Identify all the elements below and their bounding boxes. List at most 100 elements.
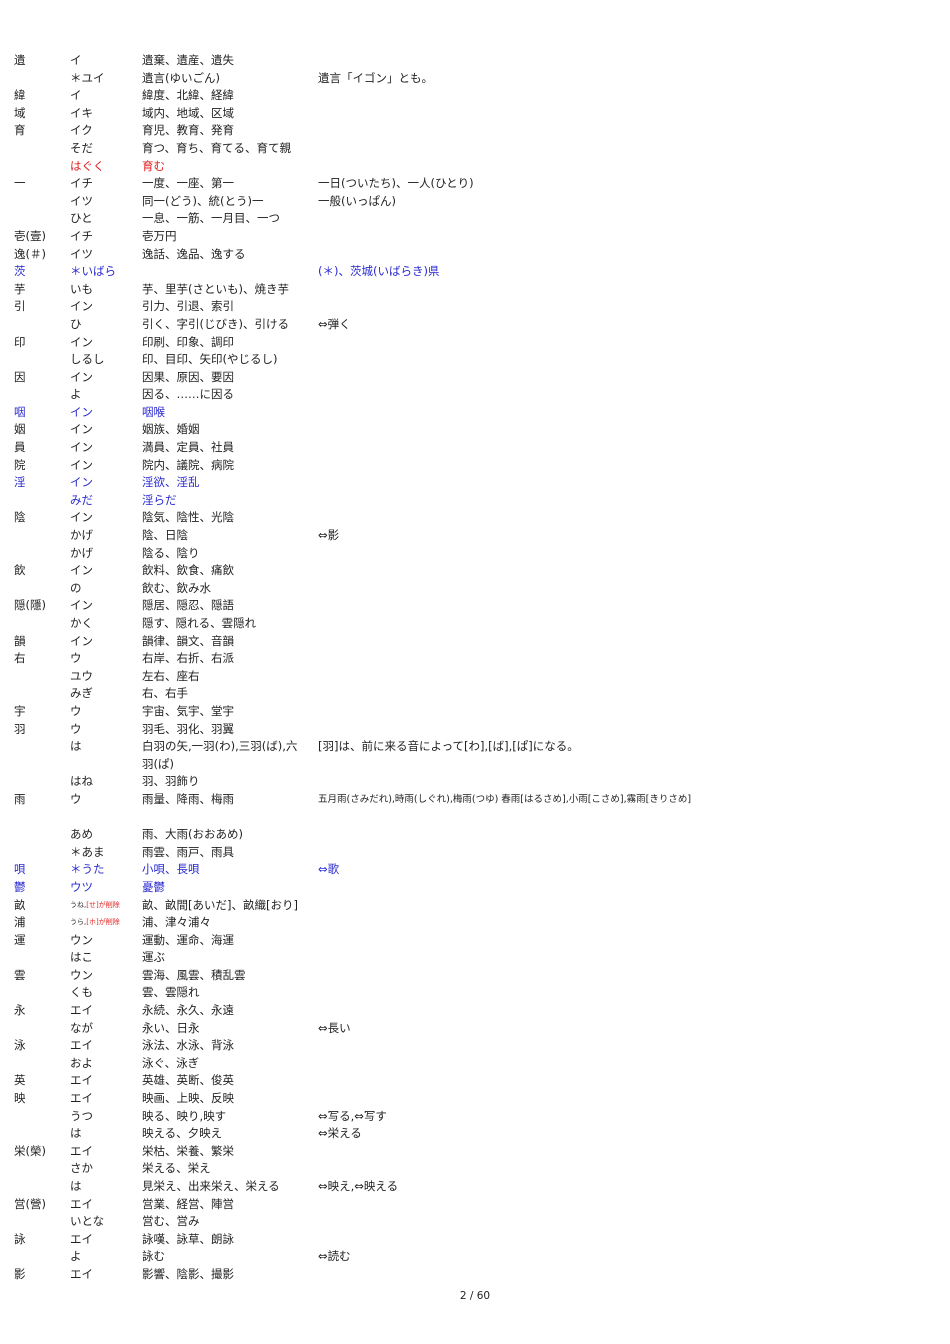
table-row: 畝 うね,[せ]が削除 畝、畝間[あいだ]、畝織[おり] [0, 897, 950, 915]
table-row: 泳 エイ 泳法、水泳、背泳 [0, 1037, 950, 1055]
kanji-cell: 一 [14, 176, 26, 191]
reading-cell: みだ [70, 492, 93, 507]
table-row: 栄(榮) エイ 栄枯、栄養、繁栄 [0, 1143, 950, 1161]
examples-cell: 映る、映り,映す [142, 1108, 227, 1123]
table-row: 印 イン 印刷、印象、調印 [0, 334, 950, 352]
examples-cell: 印、目印、矢印(やじるし) [142, 352, 278, 367]
table-row: 茨 ＊いばら (＊)、茨城(いばらき)県 [0, 263, 950, 281]
notes-cell: 五月雨(さみだれ),時雨(しぐれ),梅雨(つゆ) 春雨[はるさめ],小雨[こさめ… [318, 793, 692, 805]
table-row: 淫 イン 淫欲、淫乱 [0, 474, 950, 492]
kanji-cell: 唄 [14, 862, 26, 877]
reading-cell: は [70, 739, 82, 754]
reading-cell: の [70, 580, 82, 595]
kanji-cell: 畝 [14, 897, 26, 912]
examples-cell: 白羽の矢,一羽(わ),三羽(ば),六羽(ぱ) [142, 739, 298, 771]
table-row: 運 ウン 運動、運命、海運 [0, 932, 950, 950]
examples-cell: 壱万円 [142, 228, 177, 243]
examples-cell: 運ぶ [142, 950, 165, 965]
examples-cell: 育む [142, 158, 165, 173]
table-row: ひ 引く、字引(じびき)、引ける ⇔弾く [0, 316, 950, 334]
kanji-cell: 英 [14, 1073, 26, 1088]
table-row: ひと 一息、一筋、一月目、一つ [0, 210, 950, 228]
reading-cell: かげ [70, 545, 93, 560]
examples-cell: 羽毛、羽化、羽翼 [142, 721, 234, 736]
notes-cell: ⇔映え,⇔映える [318, 1179, 399, 1193]
examples-cell: 詠む [142, 1249, 165, 1264]
table-row: 飲 イン 飲料、飲食、痛飲 [0, 562, 950, 580]
table-row: さか 栄える、栄え [0, 1160, 950, 1178]
table-row: ＊あま 雨雲、雨戸、雨具 [0, 844, 950, 862]
reading-cell: うね,[せ]が削除 [70, 897, 120, 915]
table-row: 陰 イン 陰気、陰性、光陰 [0, 509, 950, 527]
notes-cell: [羽]は、前に来る音によって[わ],[ば],[ぱ]になる。 [318, 739, 579, 754]
examples-cell: 宇宙、気宇、堂宇 [142, 703, 234, 718]
reading-cell: イチ [70, 228, 93, 243]
kanji-cell: 印 [14, 334, 26, 349]
examples-cell: 栄枯、栄養、繁栄 [142, 1143, 234, 1158]
reading-cell: イン [70, 334, 93, 349]
examples-cell: 運動、運命、海運 [142, 932, 234, 947]
reading-cell: エイ [70, 1143, 93, 1158]
examples-cell: 引力、引退、索引 [142, 299, 234, 314]
reading-cell: みぎ [70, 686, 93, 701]
table-row: 一 イチ 一度、一座、第一 一日(ついたち)、一人(ひとり) [0, 175, 950, 193]
kanji-cell: 引 [14, 299, 26, 314]
reading-cell: イン [70, 563, 93, 578]
reading-cell: エイ [70, 1038, 93, 1053]
notes-cell: ⇔写る,⇔写す [318, 1108, 387, 1123]
reading-cell: ウ [70, 651, 82, 666]
notes-cell: 遺言「イゴン」とも。 [318, 70, 433, 85]
table-row: あめ 雨、大雨(おおあめ) [0, 826, 950, 844]
table-row: ユウ 左右、座右 [0, 668, 950, 686]
table-row: 院 イン 院内、議院、病院 [0, 457, 950, 475]
kanji-cell: 営(營) [14, 1196, 46, 1211]
table-row: しるし 印、目印、矢印(やじるし) [0, 351, 950, 369]
kanji-cell: 茨 [14, 264, 26, 279]
examples-cell: 韻律、韻文、音韻 [142, 633, 234, 648]
examples-cell: 淫らだ [142, 492, 177, 507]
kanji-cell: 浦 [14, 915, 26, 930]
examples-cell: 右岸、右折、右派 [142, 651, 234, 666]
examples-cell: 育児、教育、発育 [142, 123, 234, 138]
table-row: くも 雲、雲隠れ [0, 984, 950, 1002]
table-row: 芋 いも 芋、里芋(さといも)、焼き芋 [0, 281, 950, 299]
table-row: は 映える、夕映え ⇔栄える [0, 1125, 950, 1143]
examples-cell: 雲海、風雲、積乱雲 [142, 967, 246, 982]
reading-cell: ひと [70, 211, 93, 226]
kanji-cell: 院 [14, 457, 26, 472]
kanji-cell: 雨 [14, 791, 26, 806]
notes-cell: 一日(ついたち)、一人(ひとり) [318, 176, 474, 191]
table-row: 影 エイ 影響、陰影、撮影 [0, 1266, 950, 1284]
examples-cell: 芋、里芋(さといも)、焼き芋 [142, 281, 289, 296]
reading-cell: エイ [70, 1196, 93, 1211]
examples-cell: 一息、一筋、一月目、一つ [142, 211, 280, 226]
examples-cell: 憂鬱 [142, 879, 165, 894]
table-row: はこ 運ぶ [0, 949, 950, 967]
table-row: は 白羽の矢,一羽(わ),三羽(ば),六羽(ぱ) [羽]は、前に来る音によって[わ]… [0, 738, 950, 773]
table-row: イツ 同一(どう)、統(とう)一 一般(いっぱん) [0, 193, 950, 211]
reading-cell: しるし [70, 352, 105, 367]
table-row: 員 イン 満員、定員、社員 [0, 439, 950, 457]
notes-cell: 一般(いっぱん) [318, 193, 396, 208]
table-row: よ 因る、……に因る [0, 386, 950, 404]
table-row: 隠(隱) イン 隠居、隠忍、隠語 [0, 597, 950, 615]
table-row: 引 イン 引力、引退、索引 [0, 298, 950, 316]
examples-cell: 咽喉 [142, 404, 165, 419]
table-row: はぐく 育む [0, 158, 950, 176]
examples-cell: 淫欲、淫乱 [142, 475, 200, 490]
examples-cell: 遺言(ゆいごん) [142, 70, 220, 85]
examples-cell: 域内、地域、区域 [142, 105, 234, 120]
reading-cell: イ [70, 53, 82, 67]
table-row: みぎ 右、右手 [0, 685, 950, 703]
kanji-cell: 宇 [14, 703, 26, 718]
kanji-cell: 泳 [14, 1038, 26, 1053]
kanji-cell: 影 [14, 1266, 26, 1281]
reading-cell: イン [70, 633, 93, 648]
reading-cell: は [70, 1179, 82, 1193]
reading-cell: そだ [70, 140, 93, 155]
examples-cell: 遺棄、遺産、遺失 [142, 53, 234, 67]
examples-cell: 永続、永久、永遠 [142, 1003, 234, 1018]
kanji-cell: 詠 [14, 1231, 26, 1246]
examples-cell: 映える、夕映え [142, 1126, 223, 1141]
table-row: かく 隠す、隠れる、雲隠れ [0, 615, 950, 633]
